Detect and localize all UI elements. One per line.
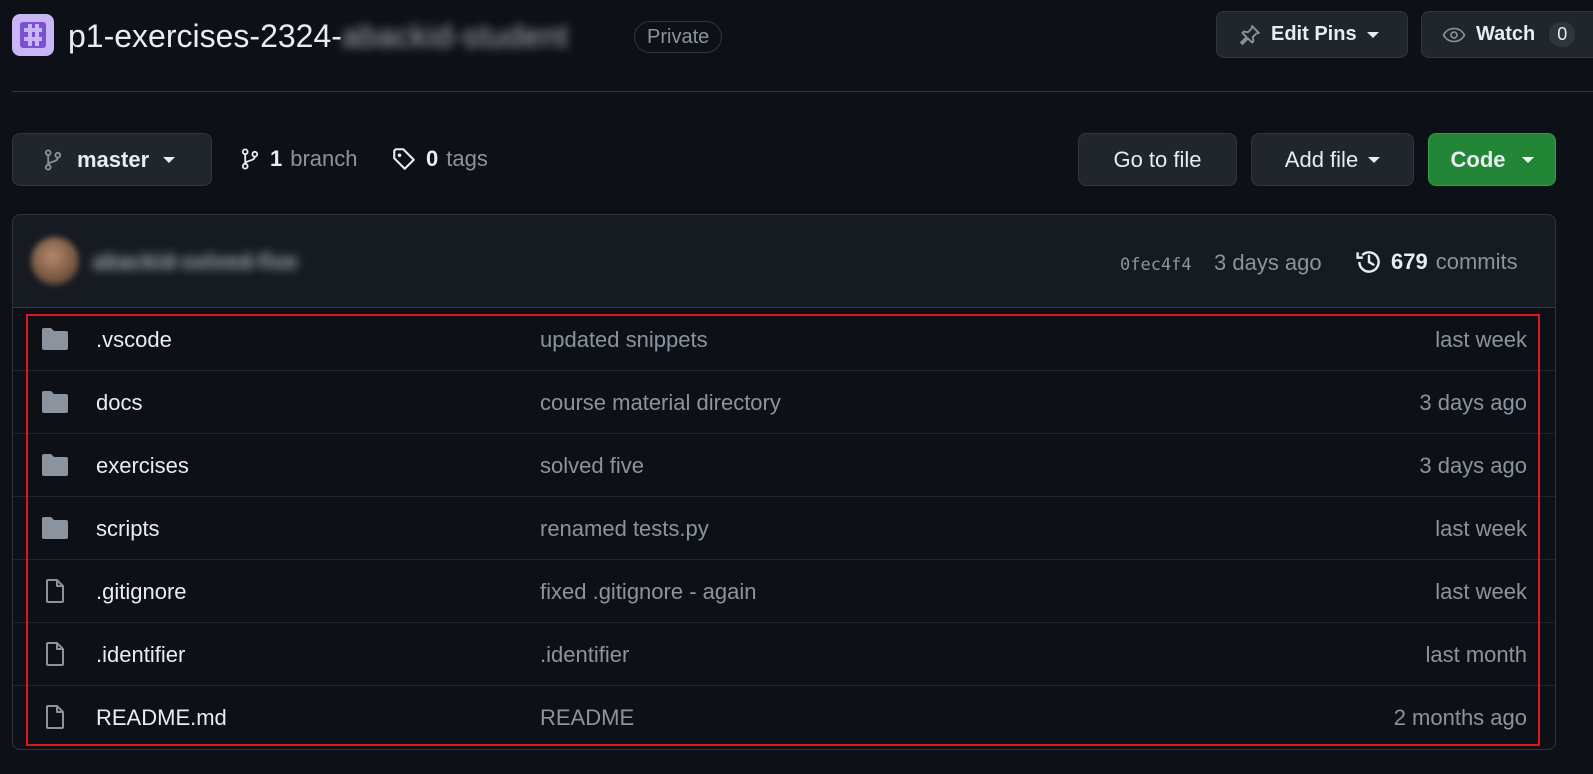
commit-time: 3 days ago xyxy=(1214,250,1322,275)
commit-message[interactable]: fixed .gitignore - again xyxy=(540,579,756,605)
commit-message[interactable]: updated snippets xyxy=(540,327,708,353)
last-modified: 3 days ago xyxy=(1419,453,1527,478)
watch-count: 0 xyxy=(1549,22,1576,47)
latest-commit-bar: abackid-solved-five 0fec4f4 3 days ago 6… xyxy=(13,215,1555,308)
chevron-down-icon xyxy=(1368,156,1381,163)
commit-message[interactable]: solved five xyxy=(540,453,644,479)
file-name[interactable]: scripts xyxy=(96,516,160,542)
current-branch-label: master xyxy=(77,146,150,172)
commit-count: 679 xyxy=(1391,249,1428,274)
file-row[interactable]: README.md README 2 months ago xyxy=(13,686,1555,749)
file-name[interactable]: .vscode xyxy=(96,327,172,353)
file-icon xyxy=(46,642,64,666)
commit-author[interactable]: abackid-solved-five xyxy=(93,249,297,275)
file-name[interactable]: .gitignore xyxy=(96,579,187,605)
code-button[interactable]: Code xyxy=(1428,133,1556,186)
tags-link[interactable]: 0 tags xyxy=(392,146,488,172)
code-label: Code xyxy=(1450,146,1506,172)
visibility-badge: Private xyxy=(634,21,723,53)
file-icon xyxy=(46,579,64,603)
history-icon xyxy=(1356,251,1380,273)
file-row[interactable]: .gitignore fixed .gitignore - again last… xyxy=(13,560,1555,623)
file-name[interactable]: docs xyxy=(96,390,142,416)
branch-word: branch xyxy=(290,146,358,171)
watch-button[interactable]: Watch 0 xyxy=(1421,11,1593,58)
watch-label: Watch xyxy=(1476,23,1536,45)
edit-pins-button[interactable]: Edit Pins xyxy=(1216,11,1408,58)
last-modified: 2 months ago xyxy=(1393,705,1527,730)
file-name[interactable]: README.md xyxy=(96,705,227,731)
branch-selector[interactable]: master xyxy=(12,133,212,186)
go-to-file-button[interactable]: Go to file xyxy=(1078,133,1237,186)
last-modified: last week xyxy=(1435,327,1527,352)
chevron-down-icon xyxy=(1521,156,1534,163)
repo-owner-avatar[interactable] xyxy=(12,14,54,56)
folder-icon xyxy=(42,391,68,413)
commit-message[interactable]: README xyxy=(540,705,634,731)
last-modified: last week xyxy=(1435,579,1527,604)
branches-link[interactable]: 1 branch xyxy=(240,146,358,172)
last-modified: 3 days ago xyxy=(1419,390,1527,415)
folder-icon xyxy=(42,454,68,476)
folder-icon xyxy=(42,328,68,350)
last-modified: last week xyxy=(1435,516,1527,541)
file-row[interactable]: .identifier .identifier last month xyxy=(13,623,1555,686)
file-row[interactable]: .vscode updated snippets last week xyxy=(13,308,1555,371)
commit-sha[interactable]: 0fec4f4 xyxy=(1120,255,1192,275)
commit-message[interactable]: renamed tests.py xyxy=(540,516,709,542)
file-row[interactable]: exercises solved five 3 days ago xyxy=(13,434,1555,497)
file-row[interactable]: docs course material directory 3 days ag… xyxy=(13,371,1555,434)
eye-icon xyxy=(1442,27,1466,42)
repo-title[interactable]: p1-exercises-2324- abackid-student xyxy=(68,18,568,55)
edit-pins-label: Edit Pins xyxy=(1271,23,1357,45)
git-branch-icon xyxy=(44,149,62,170)
file-name[interactable]: exercises xyxy=(96,453,189,479)
pin-icon xyxy=(1240,24,1260,45)
commits-history-link[interactable]: 679 commits xyxy=(1355,248,1518,276)
add-file-label: Add file xyxy=(1284,146,1359,172)
tag-word: tags xyxy=(446,146,488,171)
add-file-button[interactable]: Add file xyxy=(1251,133,1414,186)
file-browser: abackid-solved-five 0fec4f4 3 days ago 6… xyxy=(12,214,1556,750)
folder-icon xyxy=(42,517,68,539)
file-row[interactable]: scripts renamed tests.py last week xyxy=(13,497,1555,560)
tag-count: 0 xyxy=(426,146,439,171)
commit-message[interactable]: .identifier xyxy=(540,642,629,668)
chevron-down-icon xyxy=(1366,31,1379,38)
file-list: .vscode updated snippets last week docs … xyxy=(13,308,1555,749)
tag-icon xyxy=(393,148,415,170)
branch-count: 1 xyxy=(270,146,283,171)
file-name[interactable]: .identifier xyxy=(96,642,185,668)
owner-logo-icon xyxy=(20,22,46,48)
commit-word: commits xyxy=(1435,249,1518,274)
header-divider xyxy=(12,91,1593,92)
git-branch-icon xyxy=(241,148,259,170)
commit-message[interactable]: course material directory xyxy=(540,390,781,416)
last-modified: last month xyxy=(1425,642,1528,667)
repo-name[interactable]: p1-exercises-2324- xyxy=(68,18,342,55)
avatar[interactable] xyxy=(31,237,79,285)
repo-name-redacted: abackid-student xyxy=(341,18,568,54)
chevron-down-icon xyxy=(163,156,176,163)
file-icon xyxy=(46,705,64,729)
